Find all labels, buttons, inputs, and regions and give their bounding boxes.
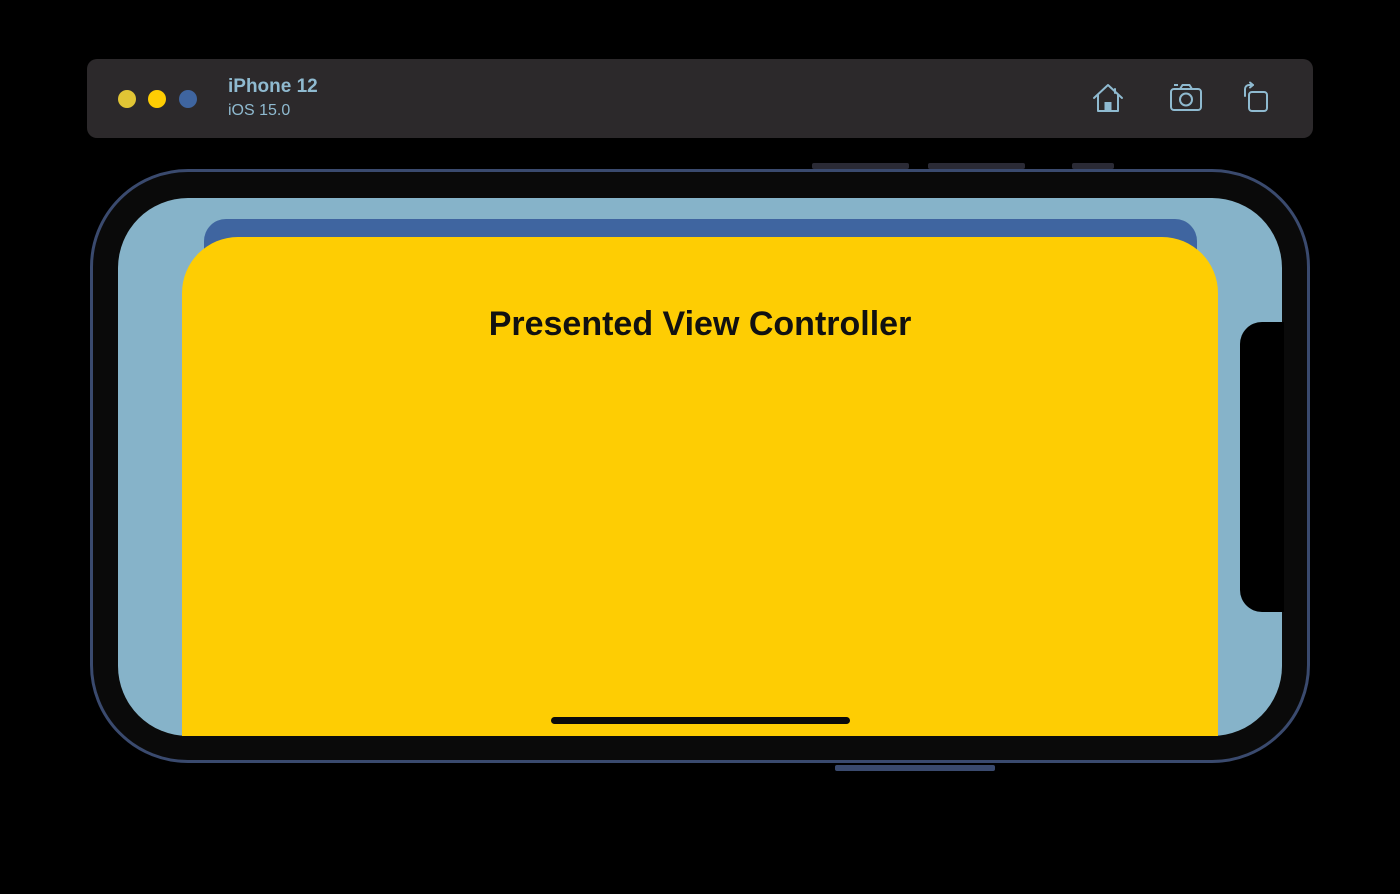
minimize-window-button[interactable] bbox=[148, 90, 166, 108]
rotate-button[interactable] bbox=[1240, 80, 1276, 116]
rotate-icon bbox=[1244, 81, 1268, 112]
home-indicator[interactable] bbox=[551, 717, 850, 724]
close-window-button[interactable] bbox=[118, 90, 136, 108]
sensor-notch bbox=[1240, 322, 1284, 612]
screenshot-button[interactable] bbox=[1168, 80, 1204, 116]
zoom-window-button[interactable] bbox=[179, 90, 197, 108]
simulator-titlebar[interactable] bbox=[87, 59, 1313, 138]
simulator-stage: iPhone 12 iOS 15.0 Presented View Contro… bbox=[0, 0, 1400, 894]
device-os-version: iOS 15.0 bbox=[228, 102, 291, 119]
home-button[interactable] bbox=[1090, 80, 1126, 116]
presented-view-title: Presented View Controller bbox=[488, 305, 912, 343]
camera-icon bbox=[1170, 84, 1202, 111]
side-power-button bbox=[835, 765, 995, 771]
home-icon bbox=[1093, 84, 1123, 112]
device-name: iPhone 12 bbox=[228, 76, 318, 97]
